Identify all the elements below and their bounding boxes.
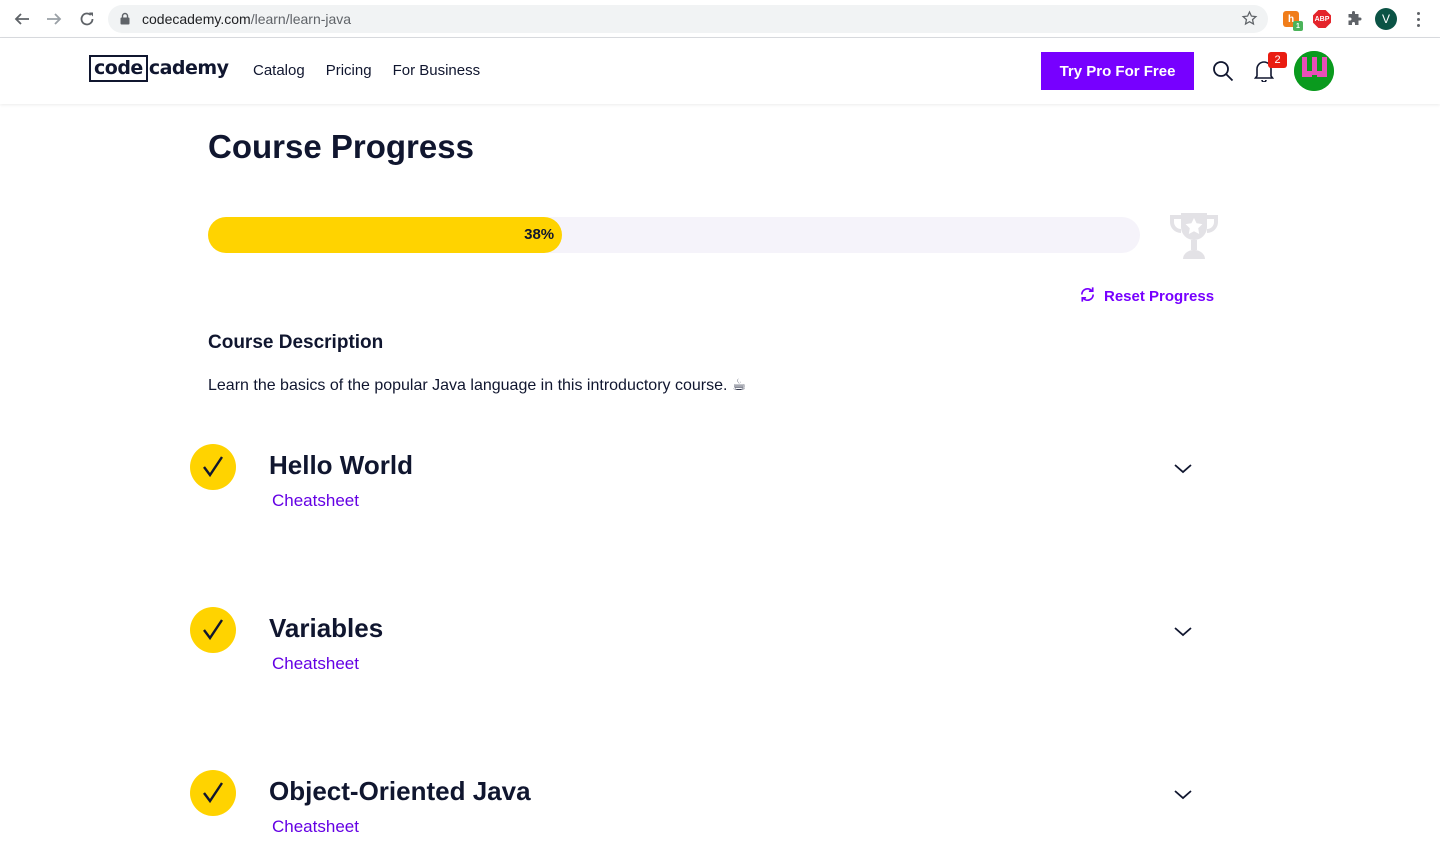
cheatsheet-link[interactable]: Cheatsheet (272, 491, 359, 511)
nav-catalog[interactable]: Catalog (253, 62, 305, 79)
adblock-extension-icon[interactable]: ABP (1312, 9, 1332, 29)
nav-pricing[interactable]: Pricing (326, 62, 372, 79)
cheatsheet-link[interactable]: Cheatsheet (272, 817, 359, 837)
page-title: Course Progress (208, 128, 474, 165)
progress-percent-label: 38% (524, 226, 555, 243)
browser-profile-avatar[interactable]: V (1375, 8, 1397, 30)
module-variables: Variables Cheatsheet (190, 607, 1200, 697)
chevron-down-icon[interactable] (1172, 620, 1194, 642)
progress-fill: 38% (208, 217, 563, 253)
module-hello-world: Hello World Cheatsheet (190, 444, 1200, 534)
browser-toolbar: codecademy.com/learn/learn-java h1 ABP V (0, 0, 1440, 38)
chevron-down-icon[interactable] (1172, 457, 1194, 479)
reset-arrows-icon (1079, 286, 1096, 307)
trophy-icon (1169, 210, 1219, 262)
notification-count-badge: 2 (1268, 52, 1287, 68)
reset-progress-label: Reset Progress (1104, 288, 1215, 305)
browser-menu-icon[interactable] (1411, 9, 1425, 29)
forward-arrow-icon[interactable] (43, 8, 65, 30)
course-description-heading: Course Description (208, 332, 384, 353)
module-title[interactable]: Object-Oriented Java (269, 776, 531, 807)
site-header: code cademy Catalog Pricing For Business … (0, 38, 1440, 104)
url-text: codecademy.com/learn/learn-java (142, 11, 352, 27)
course-description-text: Learn the basics of the popular Java lan… (208, 377, 747, 394)
nav-for-business[interactable]: For Business (393, 62, 481, 79)
user-avatar[interactable] (1294, 51, 1334, 91)
try-pro-button[interactable]: Try Pro For Free (1041, 52, 1194, 90)
codecademy-logo[interactable]: code cademy (89, 53, 229, 83)
address-bar[interactable]: codecademy.com/learn/learn-java (108, 5, 1268, 33)
reset-progress-button[interactable]: Reset Progress (1079, 286, 1214, 307)
module-object-oriented-java: Object-Oriented Java Cheatsheet (190, 770, 1200, 860)
extensions-puzzle-icon[interactable] (1344, 9, 1364, 29)
module-title[interactable]: Variables (269, 613, 383, 644)
chevron-down-icon[interactable] (1172, 783, 1194, 805)
completed-check-icon (190, 444, 236, 490)
honey-extension-icon[interactable]: h1 (1281, 9, 1303, 31)
course-progress-bar: 38% (208, 217, 1140, 253)
search-icon[interactable] (1212, 60, 1234, 82)
back-arrow-icon[interactable] (11, 8, 33, 30)
cheatsheet-link[interactable]: Cheatsheet (272, 654, 359, 674)
module-title[interactable]: Hello World (269, 450, 413, 481)
bookmark-star-icon[interactable] (1241, 10, 1258, 32)
completed-check-icon (190, 607, 236, 653)
lock-icon (120, 12, 130, 30)
completed-check-icon (190, 770, 236, 816)
main-nav: Catalog Pricing For Business (253, 62, 480, 79)
reload-icon[interactable] (76, 8, 98, 30)
